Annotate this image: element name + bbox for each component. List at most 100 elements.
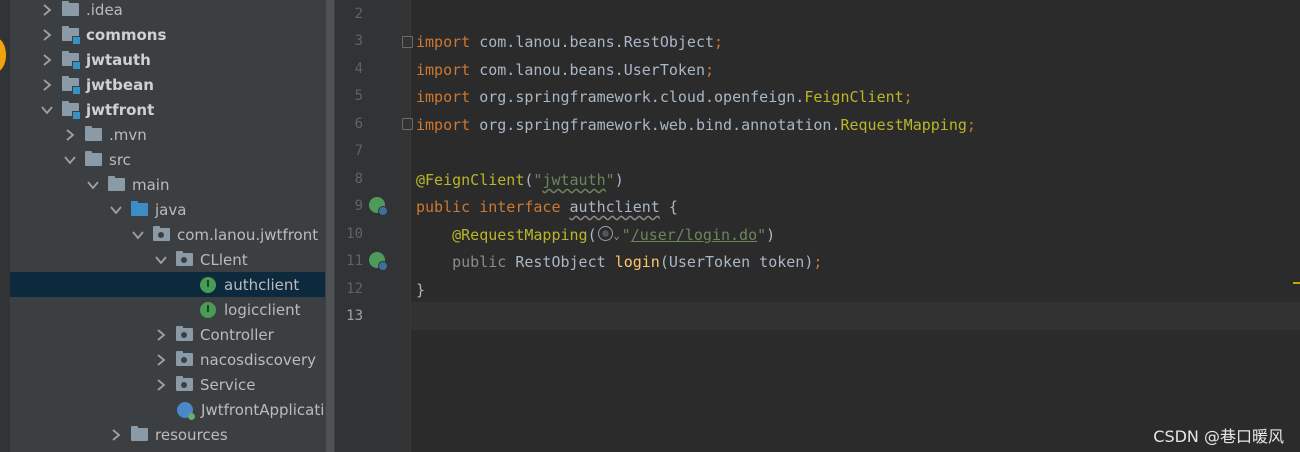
tree-item-package[interactable]: com.lanou.jwtfront	[10, 222, 325, 247]
chevron-right-icon[interactable]	[40, 3, 54, 17]
tree-item-logicclient[interactable]: I logicclient	[10, 297, 325, 322]
method-name: login	[614, 253, 660, 271]
spring-boot-app-icon	[177, 401, 195, 420]
tree-item-label: JwtfrontApplicatio	[201, 400, 325, 419]
code-line-8[interactable]: @FeignClient("jwtauth")	[416, 171, 624, 189]
parameters: (UserToken token)	[659, 253, 814, 271]
line-number: 8	[354, 171, 363, 187]
code-line-6[interactable]: import org.springframework.web.bind.anno…	[416, 116, 976, 134]
tree-item-service[interactable]: Service	[10, 372, 325, 397]
line-number: 10	[346, 226, 363, 242]
brace: }	[416, 281, 426, 299]
keyword: import	[416, 33, 471, 51]
tree-item-mvn[interactable]: .mvn	[10, 122, 325, 147]
interface-icon: I	[200, 276, 218, 293]
globe-icon[interactable]	[597, 226, 613, 241]
paren: )	[766, 226, 776, 244]
url-path-link[interactable]: /user/login.do	[631, 226, 757, 244]
code-line-10[interactable]: @RequestMapping(⌄ "/user/login.do")	[416, 226, 775, 244]
string-quote: "	[605, 171, 615, 189]
line-number: 5	[354, 88, 363, 104]
module-folder-icon	[62, 100, 81, 120]
chevron-down-icon[interactable]	[109, 203, 123, 217]
folder-icon	[85, 125, 103, 143]
keyword: interface	[479, 198, 561, 216]
code-line-4[interactable]: import com.lanou.beans.UserToken;	[416, 61, 714, 79]
chevron-down-icon[interactable]	[131, 228, 145, 242]
tree-item-jwtfront[interactable]: jwtfront	[10, 97, 325, 122]
annotation: @RequestMapping	[452, 226, 588, 244]
import-path: com.lanou.beans.UserToken	[470, 61, 705, 79]
tree-scrollbar-thumb[interactable]	[326, 0, 334, 452]
code-line-3[interactable]: import com.lanou.beans.RestObject;	[416, 33, 723, 51]
tree-item-main[interactable]: main	[10, 172, 325, 197]
code-line-9[interactable]: public interface authclient {	[416, 198, 678, 216]
fold-icon[interactable]	[402, 118, 413, 130]
watermark: CSDN @巷口暖风	[1153, 427, 1284, 446]
tree-item-jwtbean[interactable]: jwtbean	[10, 72, 325, 97]
code-line-5[interactable]: import org.springframework.cloud.openfei…	[416, 88, 913, 106]
folder-icon	[108, 175, 126, 193]
tree-item-label: java	[155, 200, 187, 219]
module-folder-icon	[62, 75, 81, 95]
code-line-11[interactable]: public RestObject login(UserToken token)…	[416, 253, 822, 271]
string-quote: "	[757, 226, 767, 244]
tree-item-idea[interactable]: .idea	[10, 0, 325, 22]
package-icon	[176, 375, 194, 393]
tree-item-nacosdiscovery[interactable]: nacosdiscovery	[10, 347, 325, 372]
chevron-down-icon[interactable]: ⌄	[614, 231, 620, 242]
tree-item-label: jwtfront	[86, 100, 155, 119]
tree-item-jwtfront-application[interactable]: JwtfrontApplicatio	[10, 397, 325, 422]
chevron-right-icon[interactable]	[40, 28, 54, 42]
chevron-right-icon[interactable]	[154, 328, 168, 342]
chevron-down-icon[interactable]	[154, 253, 168, 267]
import-class: FeignClient	[804, 88, 904, 106]
tree-item-label: nacosdiscovery	[200, 350, 317, 369]
feign-client-gutter-icon[interactable]	[369, 197, 388, 216]
interface-icon: I	[200, 301, 218, 318]
interface-name: authclient	[569, 198, 660, 216]
tree-item-authclient[interactable]: I authclient	[10, 272, 325, 297]
chevron-down-icon[interactable]	[86, 178, 100, 192]
line-number: 11	[346, 253, 363, 269]
endpoint-gutter-icon[interactable]	[369, 252, 388, 271]
line-number: 4	[354, 61, 363, 77]
chevron-right-icon[interactable]	[63, 128, 77, 142]
tree-item-label: com.lanou.jwtfront	[177, 225, 319, 244]
tree-item-resources[interactable]: resources	[10, 422, 325, 447]
chevron-right-icon[interactable]	[40, 78, 54, 92]
chevron-right-icon[interactable]	[40, 53, 54, 67]
chevron-down-icon[interactable]	[63, 153, 77, 167]
editor-gutter[interactable]: 2 3 4 5 6 7 8 9 10 11 12 13	[335, 0, 413, 452]
tree-item-controller[interactable]: Controller	[10, 322, 325, 347]
tree-item-label: .idea	[86, 0, 123, 19]
import-path: org.springframework.web.bind.annotation.	[470, 116, 841, 134]
warning-marker[interactable]	[1293, 282, 1300, 284]
tree-item-src[interactable]: src	[10, 147, 325, 172]
chevron-right-icon[interactable]	[154, 353, 168, 367]
string-quote: "	[621, 226, 631, 244]
import-path: org.springframework.cloud.openfeign.	[470, 88, 805, 106]
tree-item-jwtauth[interactable]: jwtauth	[10, 47, 325, 72]
tree-item-label: logicclient	[224, 300, 301, 319]
module-folder-icon	[62, 25, 81, 45]
import-class: RequestMapping	[840, 116, 967, 134]
tree-item-client[interactable]: CLlent	[10, 247, 325, 272]
keyword: public	[452, 253, 507, 271]
tree-item-java[interactable]: java	[10, 197, 325, 222]
fold-icon[interactable]	[402, 36, 413, 48]
semicolon: ;	[813, 253, 823, 271]
package-icon	[176, 325, 194, 343]
chevron-right-icon[interactable]	[154, 378, 168, 392]
import-path: com.lanou.beans.RestObject	[470, 33, 715, 51]
string-literal: jwtauth	[542, 171, 606, 189]
tree-item-commons[interactable]: commons	[10, 22, 325, 47]
brace: {	[659, 198, 678, 216]
keyword: public	[416, 198, 471, 216]
code-line-12[interactable]: }	[416, 281, 425, 299]
tree-item-label: Service	[200, 375, 256, 394]
package-icon	[153, 225, 171, 243]
annotation: @FeignClient	[416, 171, 525, 189]
chevron-down-icon[interactable]	[40, 103, 54, 117]
chevron-right-icon[interactable]	[109, 428, 123, 442]
